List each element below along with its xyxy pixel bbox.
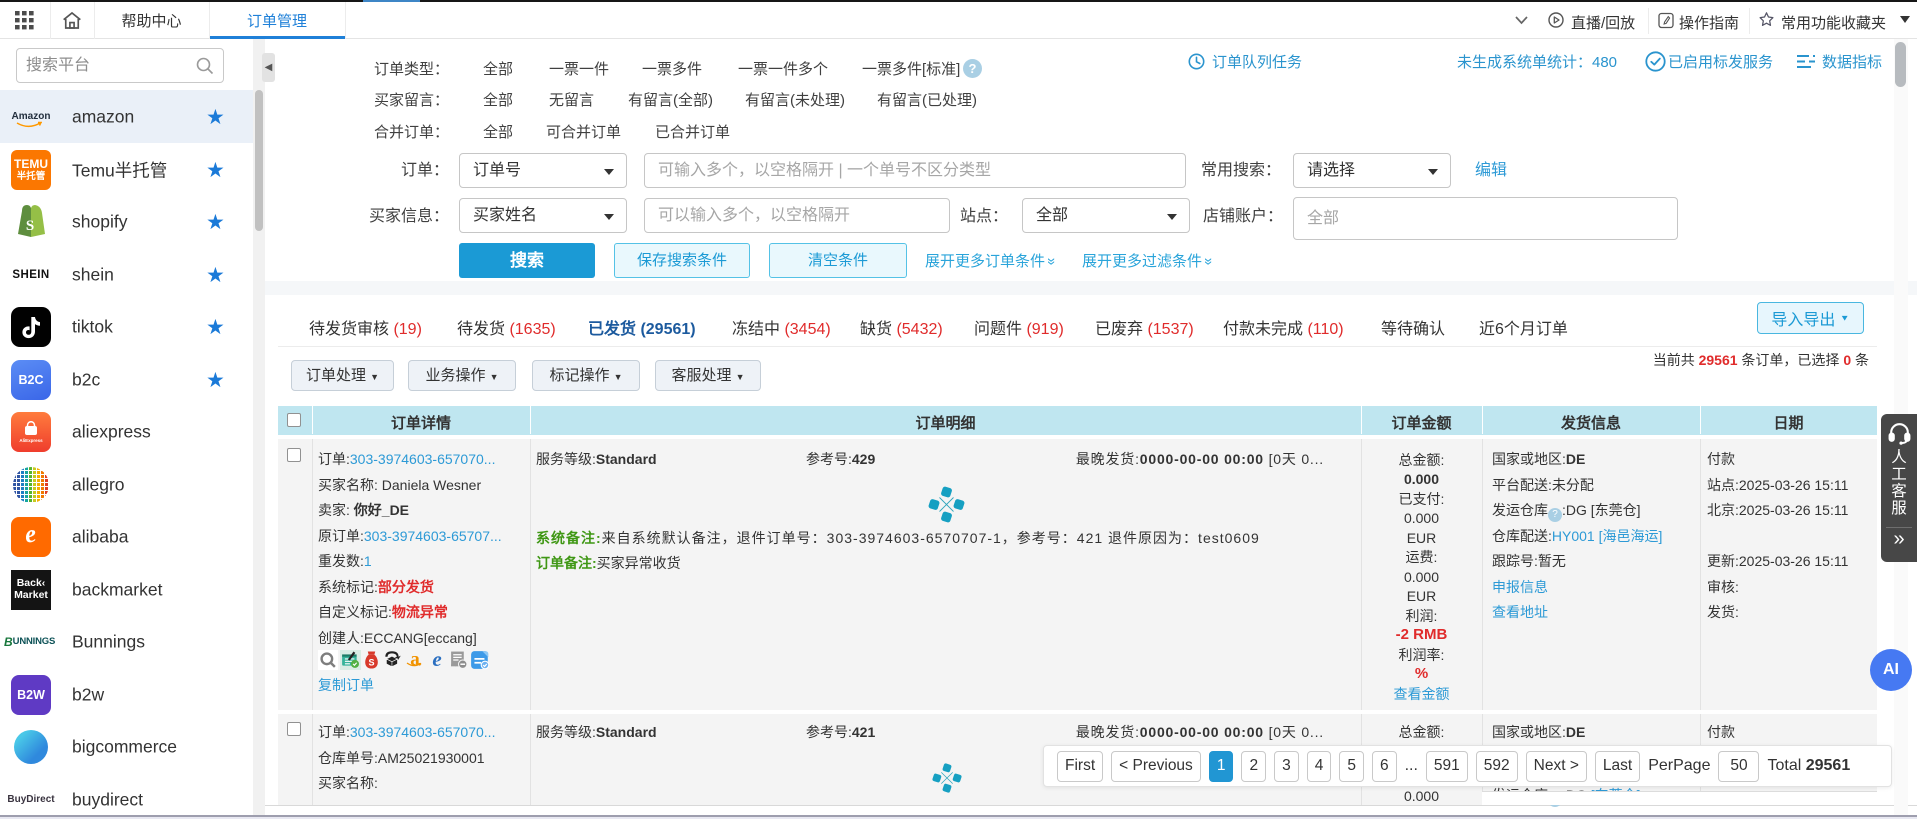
svg-text:S: S <box>26 218 34 234</box>
svg-text:S: S <box>368 657 374 667</box>
